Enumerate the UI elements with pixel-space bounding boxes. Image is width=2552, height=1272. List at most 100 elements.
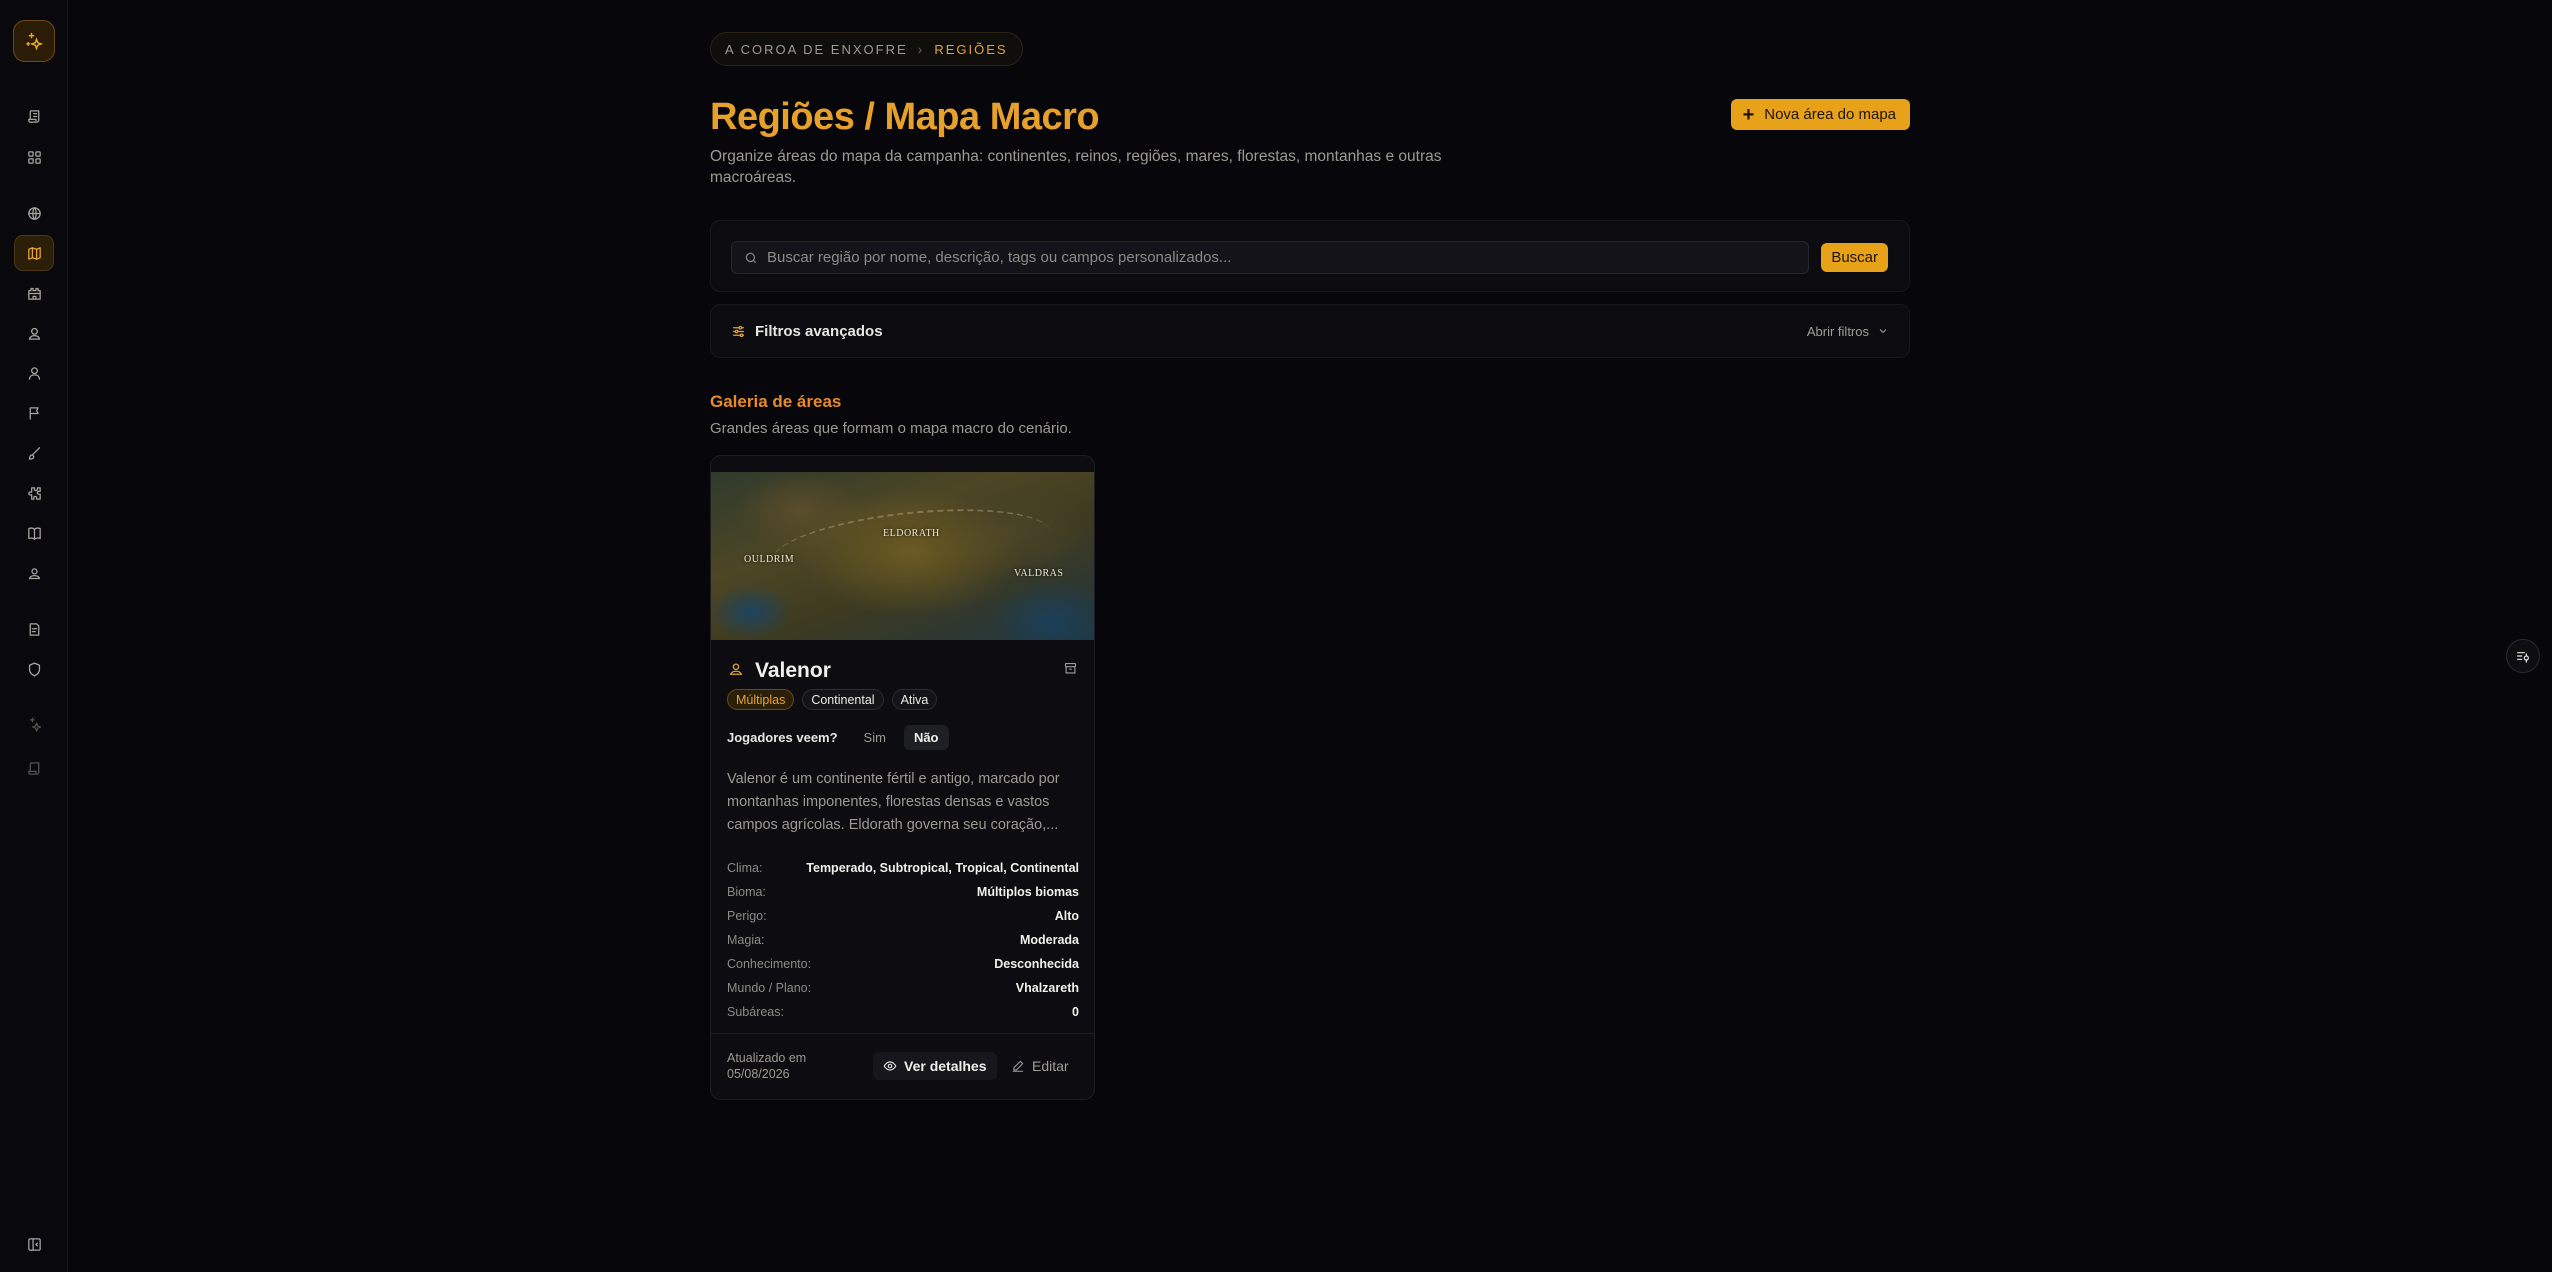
search-button[interactable]: Buscar <box>1821 243 1888 272</box>
breadcrumb-current: REGIÕES <box>934 41 1008 57</box>
nav-notes[interactable] <box>14 611 54 647</box>
breadcrumb-campaign[interactable]: A COROA DE ENXOFRE <box>725 42 908 57</box>
region-description: Valenor é um continente fértil e antigo,… <box>727 771 1060 833</box>
app-logo[interactable] <box>13 20 55 62</box>
attr-value: Vhalzareth <box>1015 981 1079 995</box>
attr-row: Perigo: Alto <box>727 904 1079 928</box>
advanced-filters-panel[interactable]: Filtros avançados Abrir filtros <box>710 304 1910 358</box>
nav-admin[interactable] <box>14 651 54 687</box>
pencil-icon <box>1012 1060 1024 1072</box>
page-title: Regiões / Mapa Macro <box>710 96 1100 138</box>
players-visibility-label: Jogadores veem? <box>727 730 838 745</box>
badge-status: Ativa <box>891 689 938 710</box>
open-filters-label: Abrir filtros <box>1806 323 1869 339</box>
nav-archive[interactable] <box>14 750 54 786</box>
nav-magic[interactable] <box>14 706 54 742</box>
page-description: Organize áreas do mapa da campanha: cont… <box>710 148 1442 186</box>
attr-value: Temperado, Subtropical, Tropical, Contin… <box>806 861 1079 875</box>
edit-button[interactable]: Editar <box>1003 1052 1077 1080</box>
region-map-image: ELDORATH OULDRIM VALDRAS <box>711 472 1094 640</box>
search-panel: Buscar <box>710 220 1910 292</box>
players-visibility-yes[interactable]: Sim <box>854 725 896 750</box>
user-icon <box>28 366 40 380</box>
region-type-icon <box>727 660 745 683</box>
attr-label: Perigo: <box>727 909 767 923</box>
attr-label: Conhecimento: <box>727 957 812 971</box>
attr-value: Alto <box>1054 909 1079 923</box>
map-label-left: OULDRIM <box>744 554 795 565</box>
advanced-filters-label: Filtros avançados <box>755 322 883 340</box>
attr-row: Magia: Moderada <box>727 928 1079 952</box>
nav-lore[interactable] <box>14 515 54 551</box>
grid-icon <box>27 150 41 164</box>
attr-label: Magia: <box>727 933 765 947</box>
attr-value: Moderada <box>1019 933 1079 947</box>
region-card[interactable]: ELDORATH OULDRIM VALDRAS Valenor Múltipl… <box>710 455 1095 1100</box>
nav-regions[interactable] <box>14 235 54 271</box>
search-input[interactable] <box>767 249 1797 266</box>
nav-characters[interactable] <box>14 355 54 391</box>
nav-factions[interactable] <box>14 315 54 351</box>
scroll-small-icon <box>27 761 39 775</box>
region-name[interactable]: Valenor <box>755 659 831 683</box>
notes-icon <box>29 622 39 636</box>
map-road <box>768 497 1054 597</box>
updated-date: Atualizado em 05/08/2026 <box>727 1051 807 1081</box>
gallery-title: Galeria de áreas <box>710 392 842 411</box>
nav-art[interactable] <box>14 435 54 471</box>
shield-icon <box>28 661 40 677</box>
new-map-area-label: Nova área do mapa <box>1764 106 1896 123</box>
edit-label: Editar <box>1032 1058 1069 1074</box>
sliders-icon <box>732 325 745 337</box>
attr-row: Subáreas: 0 <box>727 1000 1079 1024</box>
attr-row: Bioma: Múltiplos biomas <box>727 880 1079 904</box>
attr-row: Clima: Temperado, Subtropical, Tropical, … <box>727 856 1079 880</box>
floating-settings-button[interactable] <box>2506 639 2540 673</box>
puzzle-icon <box>27 486 41 500</box>
attr-row: Mundo / Plano: Vhalzareth <box>727 976 1079 1000</box>
scroll-icon <box>27 109 39 123</box>
open-filters-button[interactable]: Abrir filtros <box>1807 324 1889 339</box>
attr-value: 0 <box>1072 1005 1079 1019</box>
brush-icon <box>28 446 40 460</box>
chevron-down-icon <box>1879 329 1887 334</box>
breadcrumb-separator: › <box>917 41 925 57</box>
attr-label: Subáreas: <box>727 1005 784 1019</box>
view-details-button[interactable]: Ver detalhes <box>873 1052 997 1080</box>
nav-dashboard[interactable] <box>14 139 54 175</box>
sparkles-icon <box>26 32 44 51</box>
panel-toggle-icon <box>27 1237 41 1251</box>
plus-icon: + <box>1742 103 1755 126</box>
players-visibility-row: Jogadores veem? Sim Não <box>727 725 949 750</box>
gallery-subtitle: Grandes áreas que formam o mapa macro do… <box>710 420 1072 437</box>
eye-icon <box>883 1061 897 1071</box>
nav-campaign[interactable] <box>14 98 54 134</box>
nav-places[interactable] <box>14 275 54 311</box>
archive-icon <box>1064 662 1077 674</box>
nav-npcs[interactable] <box>14 555 54 591</box>
players-visibility-no[interactable]: Não <box>903 725 949 750</box>
map-label-right: VALDRAS <box>1014 568 1064 579</box>
attr-label: Clima: <box>727 861 763 875</box>
nav-quests[interactable] <box>14 395 54 431</box>
region-badges: Múltiplas Continental Ativa <box>727 689 938 710</box>
sidebar-toggle-button[interactable] <box>14 1226 54 1262</box>
sidebar <box>0 0 68 1272</box>
advanced-filters-header: Filtros avançados <box>731 323 883 340</box>
archive-button[interactable] <box>1063 661 1078 681</box>
map-label-center: ELDORATH <box>883 528 940 539</box>
badge-scope: Múltiplas <box>727 689 795 710</box>
person-pin-icon <box>28 567 40 579</box>
map-icon <box>27 246 41 260</box>
attr-value: Desconhecida <box>994 957 1079 971</box>
badge-type: Continental <box>802 689 884 710</box>
new-map-area-button[interactable]: + Nova área do mapa <box>1730 99 1910 130</box>
search-box[interactable] <box>731 241 1809 274</box>
nav-worlds[interactable] <box>14 195 54 231</box>
list-settings-icon <box>2517 652 2529 663</box>
region-attributes: Clima: Temperado, Subtropical, Tropical, … <box>727 856 1079 1024</box>
breadcrumb: A COROA DE ENXOFRE › REGIÕES <box>710 32 1023 66</box>
attr-value: Múltiplos biomas <box>976 885 1079 899</box>
nav-systems[interactable] <box>14 475 54 511</box>
attr-row: Conhecimento: Desconhecida <box>727 952 1079 976</box>
